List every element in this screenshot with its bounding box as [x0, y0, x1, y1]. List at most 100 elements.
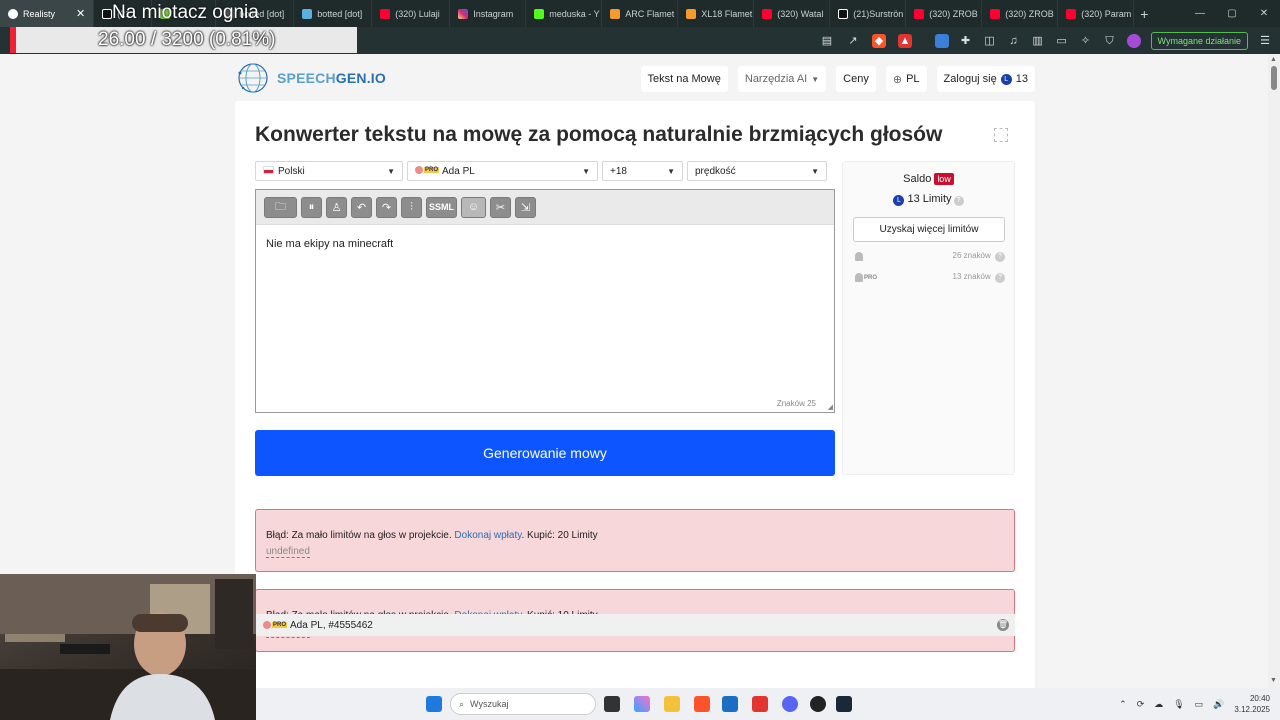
new-tab-button[interactable]: + — [1140, 6, 1148, 22]
pro-label: PRO — [864, 274, 878, 281]
scissors-icon[interactable]: ✂ — [490, 196, 511, 218]
undo-icon[interactable]: ↶ — [351, 196, 372, 218]
leo-icon[interactable]: ✧ — [1079, 34, 1093, 48]
redo-icon[interactable]: ↷ — [376, 196, 397, 218]
extension-icon[interactable] — [934, 33, 949, 48]
profile-icon[interactable] — [1126, 33, 1141, 48]
browser-tab-active[interactable]: Realisty ✕ — [0, 0, 95, 27]
browser-tab[interactable]: (320) ZROB — [982, 0, 1059, 27]
text-editor[interactable]: 🗀 ⏸ ♙ ↶ ↷ ⫶ SSML ☺ ✂ ⇲ Nie ma ekipy na m… — [255, 189, 835, 413]
help-icon[interactable]: ? — [995, 252, 1005, 262]
browser-tab[interactable]: meduska - Y — [526, 0, 603, 27]
store-icon[interactable] — [722, 696, 738, 712]
brave-shield-icon[interactable]: ◆ — [872, 33, 886, 48]
browser-tab[interactable]: Instagram — [450, 0, 527, 27]
browser-tab[interactable]: (320) Lulaji — [372, 0, 451, 27]
site-logo[interactable]: SPEECHGEN.IO — [235, 61, 386, 95]
browser-tab[interactable]: (320) Watal — [754, 0, 831, 27]
delete-icon[interactable]: 🗑 — [997, 619, 1009, 631]
share-icon[interactable]: ↗ — [846, 34, 860, 48]
resize-handle-icon[interactable]: ◢ — [828, 403, 833, 411]
browser-tab[interactable]: botted [dot] — [294, 0, 373, 27]
voice-select-value: Ada PL — [442, 165, 475, 177]
close-window-icon[interactable]: ✕ — [1248, 8, 1280, 19]
task-view-icon[interactable] — [604, 696, 620, 712]
open-file-icon[interactable]: 🗀 — [264, 196, 297, 218]
steam-icon[interactable] — [836, 696, 852, 712]
browser-tab[interactable]: ARC Flamet — [602, 0, 679, 27]
tab-favicon-icon — [8, 8, 18, 19]
generate-speech-button[interactable]: Generowanie mowy — [255, 430, 835, 476]
puzzle-icon[interactable]: ✚ — [959, 34, 973, 48]
credit-coin-icon: L — [1000, 73, 1012, 85]
volume-icon[interactable]: 🔊 — [1213, 699, 1224, 710]
music-icon[interactable]: ♫ — [1007, 34, 1021, 48]
editor-text[interactable]: Nie ma ekipy na minecraft — [266, 238, 393, 250]
vpn-icon[interactable]: ⛉ — [1103, 34, 1117, 48]
error-message: Błąd: Za mało limitów na głos w projekci… — [266, 530, 598, 541]
wallet-icon[interactable]: ▭ — [1055, 34, 1069, 48]
speed-select[interactable]: prędkość ▼ — [687, 161, 827, 181]
screenshot-icon[interactable]: ◫ — [983, 34, 997, 48]
cloud-icon[interactable]: ☁ — [1154, 699, 1163, 710]
reader-mode-icon[interactable]: ▤ — [820, 34, 834, 48]
transform-icon[interactable]: ⇲ — [515, 196, 536, 218]
menu-icon[interactable]: ☰ — [1258, 34, 1272, 48]
get-more-limits-button[interactable]: Uzyskaj więcej limitów — [853, 217, 1005, 242]
scroll-down-icon[interactable]: ▼ — [1270, 677, 1277, 684]
help-icon[interactable]: ? — [953, 196, 964, 206]
sidebar-icon[interactable]: ▥ — [1031, 34, 1045, 48]
payment-link[interactable]: Dokonaj wpłaty — [454, 530, 521, 541]
quota-free-text: 26 znaków — [952, 251, 991, 260]
error-text: Błąd: Za mało limitów na głos w projekci… — [266, 530, 455, 541]
taskbar-search-placeholder: Wyszukaj — [470, 699, 509, 709]
windows-start-icon[interactable] — [426, 696, 442, 712]
brave-rewards-icon[interactable]: ▲ — [898, 33, 912, 48]
history-item[interactable]: PRO Ada PL, #4555462 🗑 — [255, 614, 1015, 636]
brave-alt-icon[interactable] — [752, 696, 768, 712]
nav-ai-tools[interactable]: Narzędzia AI ▼ — [737, 66, 827, 92]
file-explorer-icon[interactable] — [664, 696, 680, 712]
nav-login[interactable]: Zaloguj się L 13 — [936, 66, 1035, 92]
nav-tts[interactable]: Tekst na Mowę — [640, 66, 728, 92]
browser-tab[interactable]: (320) ZROB — [906, 0, 983, 27]
scroll-up-icon[interactable]: ▲ — [1270, 56, 1277, 63]
voice-select[interactable]: PRO Ada PL ▼ — [407, 161, 598, 181]
microphone-icon[interactable]: 🎙 — [1173, 699, 1184, 710]
help-icon[interactable]: ? — [995, 273, 1005, 283]
browser-tab[interactable]: (320) Param — [1058, 0, 1135, 27]
language-select[interactable]: Polski ▼ — [255, 161, 403, 181]
nav-language[interactable]: ⊕ PL — [885, 66, 927, 92]
tab-close-icon[interactable]: ✕ — [76, 7, 85, 20]
youtube-favicon-icon — [990, 8, 1001, 19]
pitch-select[interactable]: +18 ▼ — [602, 161, 683, 181]
minimize-icon[interactable]: — — [1184, 8, 1216, 19]
brave-icon[interactable] — [694, 696, 710, 712]
required-action-button[interactable]: Wymagane działanie — [1150, 31, 1248, 50]
voice-head-icon[interactable]: ☺ — [461, 196, 486, 218]
sync-icon[interactable]: ⟳ — [1137, 699, 1145, 710]
monitor-icon[interactable]: ▭ — [1195, 699, 1204, 710]
caret-down-icon: ▼ — [387, 166, 395, 176]
tray-chevron-icon[interactable]: ⌃ — [1119, 699, 1127, 710]
obs-icon[interactable] — [810, 696, 826, 712]
taskbar-clock[interactable]: 20:40 3.12.2025 — [1234, 693, 1270, 715]
clear-icon[interactable]: ♙ — [326, 196, 347, 218]
scrollbar-thumb[interactable] — [1271, 66, 1277, 90]
pause-icon[interactable]: ⏸ — [301, 196, 322, 218]
ssml-button[interactable]: SSML — [426, 196, 457, 218]
flame-favicon-icon — [686, 8, 697, 19]
youtube-favicon-icon — [380, 8, 391, 19]
fullscreen-icon[interactable] — [994, 128, 1008, 142]
maximize-icon[interactable]: ▢ — [1216, 8, 1248, 19]
nav-prices[interactable]: Ceny — [836, 66, 876, 92]
browser-tab[interactable]: XL18 Flamet — [678, 0, 755, 27]
webcam-overlay — [0, 574, 256, 720]
page-scrollbar[interactable]: ▲ ▼ — [1268, 54, 1280, 720]
copilot-icon[interactable] — [634, 696, 650, 712]
taskbar-search[interactable]: ⌕ Wyszukaj — [450, 693, 596, 715]
page-title: Konwerter tekstu na mowę za pomocą natur… — [255, 123, 943, 146]
equalizer-icon[interactable]: ⫶ — [401, 196, 422, 218]
browser-tab[interactable]: (21)Surströn — [830, 0, 907, 27]
discord-icon[interactable] — [782, 696, 798, 712]
